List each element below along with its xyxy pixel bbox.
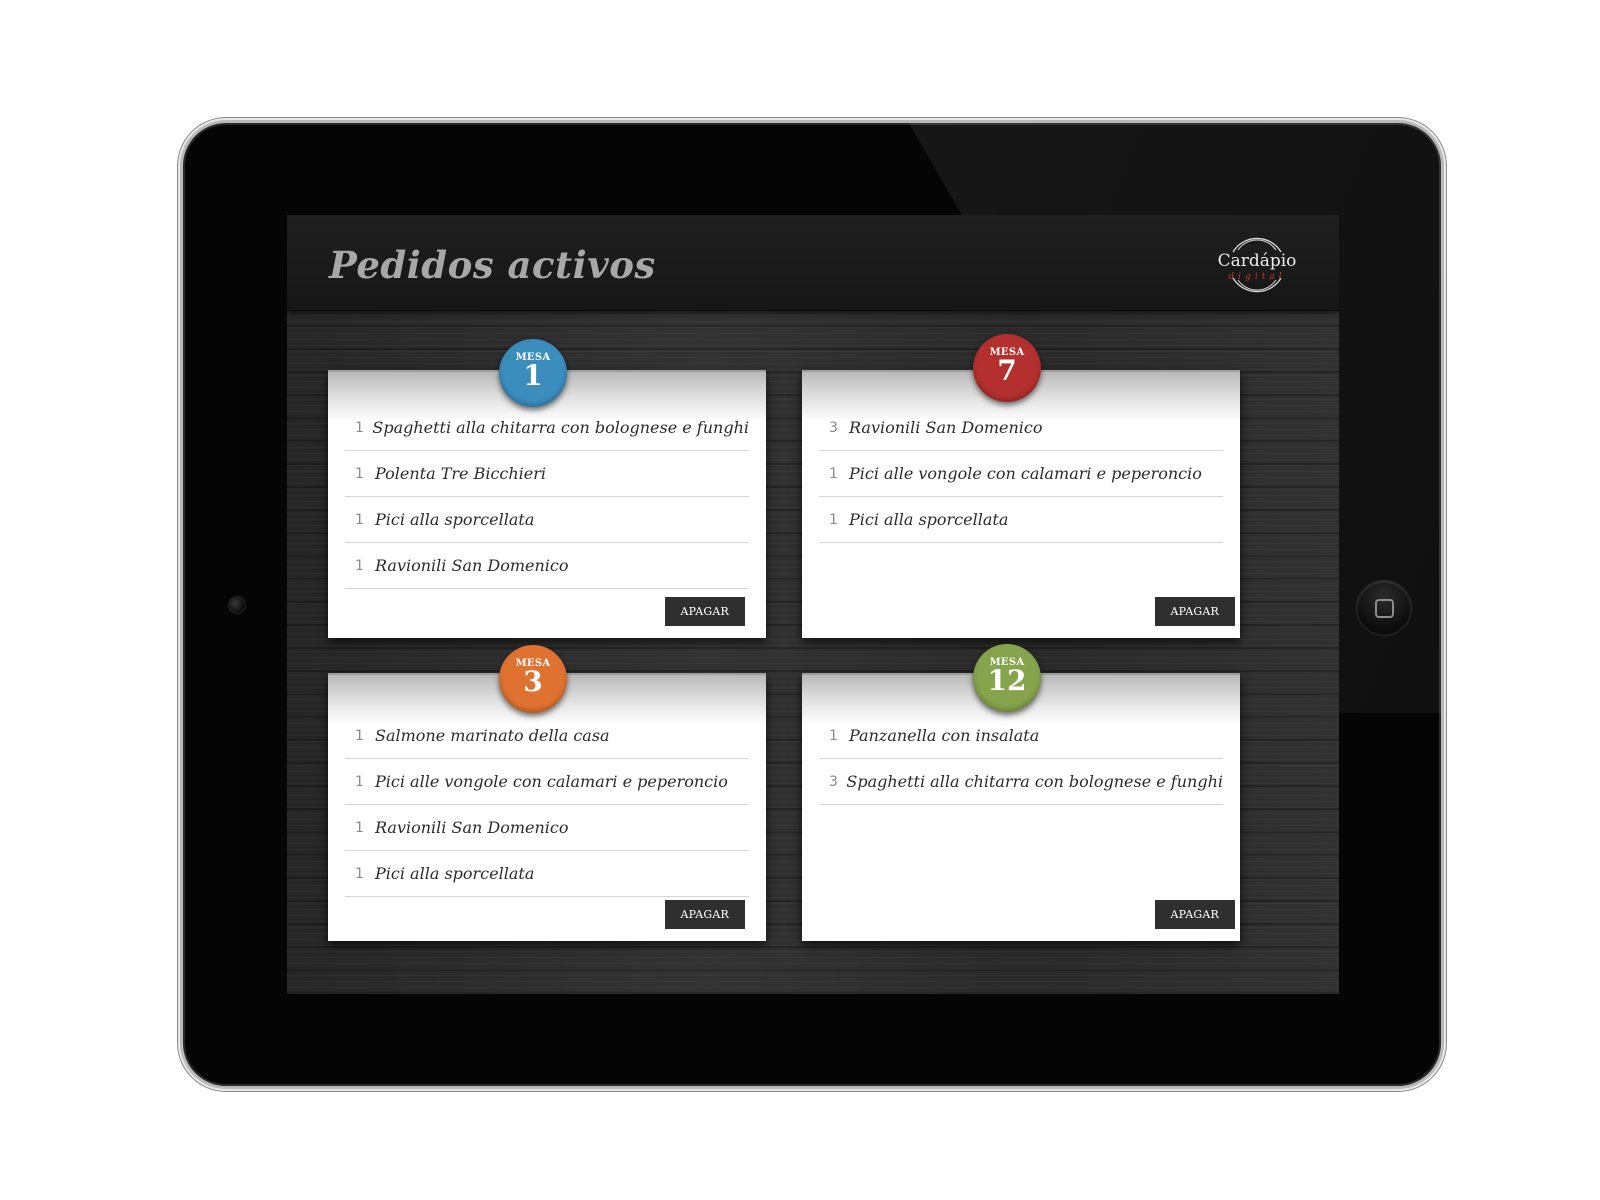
- home-square-icon: [1374, 598, 1394, 618]
- apagar-button[interactable]: APAGAR: [1154, 597, 1235, 626]
- order-item: 1 Pici alle vongole con calamari e pepero…: [345, 759, 749, 805]
- order-items-list: 3 Ravionili San Domenico 1 Pici alle vongo…: [819, 405, 1223, 543]
- order-card-mesa-12: MESA 12 1 Panzanella con insalata 3 Spaghe…: [802, 644, 1240, 941]
- order-item: 1 Panzanella con insalata: [819, 713, 1223, 759]
- item-name: Spaghetti alla chitarra con bolognese e …: [372, 418, 749, 437]
- table-number: 12: [987, 664, 1027, 697]
- item-name: Pici alle vongole con calamari e peperon…: [375, 772, 728, 791]
- item-quantity: 1: [355, 727, 364, 744]
- table-badge: MESA 7: [973, 334, 1041, 402]
- page-title: Pedidos activos: [329, 243, 656, 287]
- item-name: Panzanella con insalata: [849, 726, 1040, 745]
- item-quantity: 1: [829, 727, 838, 744]
- front-camera: [228, 596, 246, 614]
- order-items-list: 1 Panzanella con insalata 3 Spaghetti alla…: [819, 713, 1223, 805]
- item-quantity: 3: [829, 419, 838, 436]
- logo-wordmark: Cardápio: [1217, 251, 1297, 271]
- item-quantity: 1: [355, 419, 364, 436]
- order-item: 1 Pici alla sporcellata: [345, 497, 749, 543]
- order-items-list: 1 Salmone marinato della casa 1 Pici alle …: [345, 713, 749, 897]
- order-item: 1 Polenta Tre Bicchieri: [345, 451, 749, 497]
- table-badge: MESA 1: [499, 339, 567, 407]
- item-name: Ravionili San Domenico: [375, 556, 569, 575]
- table-number: 1: [523, 359, 543, 392]
- item-name: Pici alle vongole con calamari e peperon…: [849, 464, 1202, 483]
- item-quantity: 3: [829, 773, 838, 790]
- apagar-button[interactable]: APAGAR: [1154, 900, 1235, 929]
- item-name: Salmone marinato della casa: [375, 726, 610, 745]
- item-quantity: 1: [355, 465, 364, 482]
- order-item: 1 Ravionili San Domenico: [345, 805, 749, 851]
- item-name: Pici alla sporcellata: [375, 510, 535, 529]
- app-screen: Pedidos activos Cardápio digital MESA 1 …: [287, 215, 1339, 994]
- order-item: 1 Pici alle vongole con calamari e pepero…: [819, 451, 1223, 497]
- table-number: 3: [523, 665, 543, 698]
- item-quantity: 1: [355, 819, 364, 836]
- order-item: 3 Ravionili San Domenico: [819, 405, 1223, 451]
- item-name: Pici alla sporcellata: [375, 864, 535, 883]
- order-card-mesa-1: MESA 1 1 Spaghetti alla chitarra con bolo…: [328, 339, 766, 638]
- table-badge: MESA 3: [499, 645, 567, 713]
- item-quantity: 1: [355, 865, 364, 882]
- order-item: 1 Ravionili San Domenico: [345, 543, 749, 589]
- apagar-button[interactable]: APAGAR: [664, 597, 745, 626]
- order-item: 1 Spaghetti alla chitarra con bolognese e…: [345, 405, 749, 451]
- item-name: Ravionili San Domenico: [849, 418, 1043, 437]
- order-item: 1 Salmone marinato della casa: [345, 713, 749, 759]
- item-quantity: 1: [829, 465, 838, 482]
- order-items-list: 1 Spaghetti alla chitarra con bolognese e…: [345, 405, 749, 589]
- table-number: 7: [997, 354, 1017, 387]
- order-item: 3 Spaghetti alla chitarra con bolognese e…: [819, 759, 1223, 805]
- apagar-button[interactable]: APAGAR: [664, 900, 745, 929]
- item-quantity: 1: [355, 557, 364, 574]
- item-name: Pici alla sporcellata: [849, 510, 1009, 529]
- item-quantity: 1: [355, 511, 364, 528]
- app-header: Pedidos activos Cardápio digital: [287, 215, 1339, 311]
- item-name: Spaghetti alla chitarra con bolognese e …: [846, 772, 1223, 791]
- item-name: Ravionili San Domenico: [375, 818, 569, 837]
- logo-subtitle: digital: [1228, 272, 1286, 282]
- home-button[interactable]: [1356, 580, 1412, 636]
- order-item: 1 Pici alla sporcellata: [819, 497, 1223, 543]
- order-card-mesa-7: MESA 7 3 Ravionili San Domenico 1 Pici all…: [802, 334, 1240, 638]
- cardapio-logo: Cardápio digital: [1215, 230, 1299, 298]
- item-quantity: 1: [829, 511, 838, 528]
- order-card-mesa-3: MESA 3 1 Salmone marinato della casa 1 Pic…: [328, 645, 766, 941]
- item-name: Polenta Tre Bicchieri: [375, 464, 547, 483]
- table-badge: MESA 12: [973, 644, 1041, 712]
- order-item: 1 Pici alla sporcellata: [345, 851, 749, 897]
- tablet-device: Pedidos activos Cardápio digital MESA 1 …: [180, 120, 1444, 1089]
- item-quantity: 1: [355, 773, 364, 790]
